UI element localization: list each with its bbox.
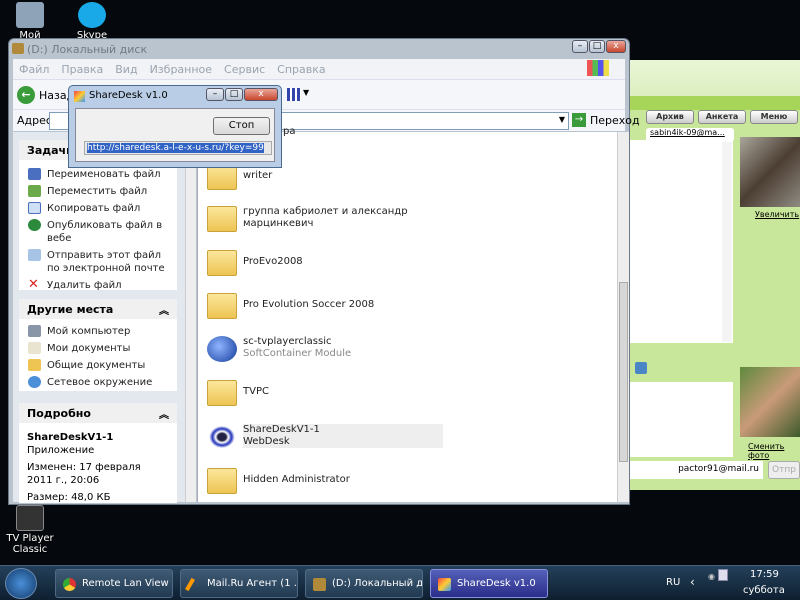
taskbar: Remote Lan View ... Mail.Ru Агент (1 ...… (0, 565, 800, 600)
close-button[interactable]: x (244, 88, 278, 101)
profile-button[interactable]: Анкета (698, 110, 746, 124)
place-shared-documents[interactable]: Общие документы (19, 357, 177, 374)
details-modified: Изменен: 17 февраля 2011 г., 20:06 (27, 462, 141, 486)
taskbar-item-explorer[interactable]: (D:) Локальный д... (305, 569, 423, 598)
task-pane-scrollbar[interactable] (185, 132, 196, 502)
views-dropdown-icon[interactable]: ▼ (303, 88, 309, 97)
other-places-panel: Другие места ︽ Мой компьютер Мои документ… (19, 299, 177, 391)
sharedesk-icon (74, 91, 85, 102)
details-type: Приложение (27, 445, 95, 456)
computer-icon (16, 2, 44, 28)
menu-file[interactable]: Файл (19, 63, 49, 76)
collapse-icon: ︽ (159, 306, 169, 317)
task-move[interactable]: Переместить файл (19, 183, 177, 200)
task-pane: Задачи д Переименовать файл Переместить … (13, 132, 196, 503)
maximize-button[interactable]: □ (589, 40, 605, 53)
pencil-icon (185, 577, 195, 592)
menu-button[interactable]: Меню (750, 110, 798, 124)
send-button[interactable]: Отпр (768, 461, 800, 479)
folder-icon (207, 380, 237, 406)
sharedesk-window[interactable]: ShareDesk v1.0 – □ x Стоп http://sharede… (68, 85, 282, 168)
change-photo-link[interactable]: Сменить фото (748, 442, 800, 460)
zoom-link[interactable]: Увеличить (755, 210, 799, 219)
file-item[interactable]: ProEvo2008 (203, 246, 603, 286)
menu-tools[interactable]: Сервис (224, 63, 265, 76)
start-button[interactable] (5, 568, 37, 599)
file-item[interactable]: Hidden Administrator (203, 464, 603, 504)
skype-icon (78, 2, 106, 28)
other-places-title: Другие места (27, 303, 114, 316)
clock-day[interactable]: суббота (743, 585, 785, 596)
minimize-button[interactable]: – (572, 40, 588, 53)
menu-help[interactable]: Справка (277, 63, 325, 76)
chat-tab[interactable]: sabin4ik-09@ma... (646, 128, 734, 140)
task-email[interactable]: Отправить этот файл по электронной почте (19, 247, 177, 277)
status-icon[interactable] (635, 362, 647, 374)
taskbar-item-mail-agent[interactable]: Mail.Ru Агент (1 ... (180, 569, 298, 598)
network-icon[interactable]: ◉ (708, 572, 715, 581)
file-item[interactable]: sc-tvplayerclassic SoftContainer Module (203, 332, 603, 372)
details-name: ShareDeskV1-1 (27, 432, 114, 443)
folder-icon (207, 250, 237, 276)
desktop-icon-skype[interactable]: Skype (62, 2, 122, 41)
language-indicator[interactable]: RU (666, 577, 680, 588)
archive-button[interactable]: Архив (646, 110, 694, 124)
minimize-button[interactable]: – (206, 88, 224, 101)
file-item[interactable]: Pro Evolution Soccer 2008 (203, 289, 603, 329)
collapse-icon: ︽ (159, 410, 169, 421)
file-item[interactable]: группа кабриолет и александр марцинкевич (203, 202, 603, 242)
file-list: ра writer группа кабриолет и александр м… (197, 126, 617, 504)
eye-icon (207, 424, 237, 450)
tray-app-icon[interactable] (718, 569, 728, 581)
chat-scrollbar[interactable] (722, 142, 732, 342)
windows-logo-icon (587, 60, 609, 76)
drive-icon (12, 43, 24, 54)
file-list-scrollbar[interactable] (617, 132, 629, 502)
close-button[interactable]: x (606, 40, 626, 53)
folder-icon (207, 468, 237, 494)
mail-agent-window[interactable]: Архив Анкета Меню sabin4ik-09@ma... Увел… (630, 60, 800, 490)
details-panel: Подробно ︽ ShareDeskV1-1 Приложение Измен… (19, 403, 177, 503)
place-my-computer[interactable]: Мой компьютер (19, 323, 177, 340)
taskbar-item-sharedesk[interactable]: ShareDesk v1.0 (430, 569, 548, 598)
menu-bar: Файл Правка Вид Избранное Сервис Справка (13, 59, 625, 79)
task-delete[interactable]: ✕ Удалить файл (19, 277, 177, 294)
maximize-button[interactable]: □ (225, 88, 243, 101)
own-email: pactor91@mail.ru (630, 461, 763, 479)
details-title: Подробно (27, 407, 91, 420)
scrollbar-thumb[interactable] (619, 282, 628, 462)
show-hidden-icons-chevron-icon[interactable]: ‹ (690, 575, 695, 589)
url-field[interactable]: http://sharedesk.a-l-e-x-u-s.ru/?key=99 (84, 141, 272, 155)
task-rename[interactable]: Переименовать файл (19, 166, 177, 183)
satellite-icon (207, 336, 237, 362)
menu-edit[interactable]: Правка (61, 63, 103, 76)
explorer-title: (D:) Локальный диск (27, 43, 148, 56)
details-size: Размер: 48,0 КБ (27, 492, 111, 503)
back-arrow-icon[interactable]: ← (17, 86, 35, 104)
chat-history (630, 140, 733, 343)
file-item[interactable]: ShareDeskV1-1 WebDesk (203, 420, 603, 460)
contact-photo (740, 137, 800, 207)
task-copy[interactable]: Копировать файл (19, 200, 177, 217)
menu-view[interactable]: Вид (115, 63, 137, 76)
own-photo (740, 367, 800, 437)
clock-time[interactable]: 17:59 (750, 569, 779, 580)
menu-favorites[interactable]: Избранное (150, 63, 212, 76)
folder-icon (207, 206, 237, 232)
sharedesk-icon (438, 578, 451, 591)
views-icon[interactable] (287, 88, 301, 101)
task-publish[interactable]: Опубликовать файл в вебе (19, 217, 177, 247)
folder-icon (207, 293, 237, 319)
place-my-documents[interactable]: Мои документы (19, 340, 177, 357)
place-network[interactable]: Сетевое окружение (19, 374, 177, 391)
chrome-icon (63, 578, 76, 591)
message-input[interactable] (630, 382, 733, 457)
desktop-icon-my-computer[interactable]: Мой (0, 2, 60, 41)
drive-icon (313, 578, 326, 591)
stop-button[interactable]: Стоп (213, 117, 270, 135)
taskbar-item-remote-lan-view[interactable]: Remote Lan View ... (55, 569, 173, 598)
file-item[interactable]: TVPC (203, 376, 603, 416)
desktop-icon-tv-player[interactable]: TV Player Classic (0, 505, 60, 555)
